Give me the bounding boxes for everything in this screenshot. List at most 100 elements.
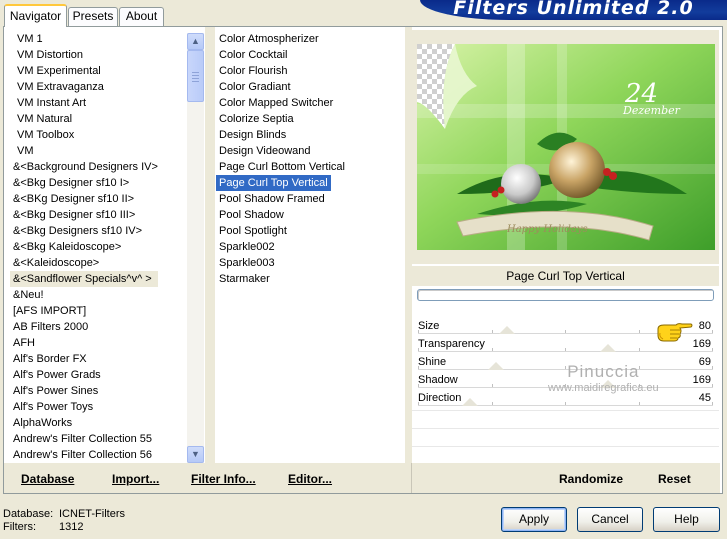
category-item[interactable]: Alf's Power Grads: [10, 367, 187, 383]
category-item[interactable]: &<Kaleidoscope>: [10, 255, 187, 271]
category-item-label: &<Bkg Kaleidoscope>: [13, 241, 122, 253]
slider-thumb[interactable]: [487, 362, 504, 370]
watermark: Pinuccia www.maidiregrafica.eu: [548, 362, 659, 394]
parameter-label: Direction: [418, 392, 462, 404]
category-item[interactable]: &<BKg Designer sf10 II>: [10, 191, 187, 207]
tab-presets[interactable]: Presets: [68, 7, 118, 26]
filter-item[interactable]: Color Cocktail: [216, 47, 405, 63]
category-item[interactable]: VM 1: [10, 31, 187, 47]
filter-item[interactable]: Sparkle002: [216, 239, 405, 255]
filter-item[interactable]: Pool Shadow: [216, 207, 405, 223]
filter-item[interactable]: Colorize Septia: [216, 111, 405, 127]
slider-tick: [565, 348, 566, 351]
filter-item[interactable]: Pool Spotlight: [216, 223, 405, 239]
scroll-up-button[interactable]: ▲: [187, 33, 204, 50]
filter-item[interactable]: Color Gradiant: [216, 79, 405, 95]
category-item[interactable]: Alf's Power Toys: [10, 399, 187, 415]
category-item[interactable]: VM Toolbox: [10, 127, 187, 143]
category-item[interactable]: &<Bkg Designers sf10 IV>: [10, 223, 187, 239]
category-item[interactable]: VM Natural: [10, 111, 187, 127]
category-item[interactable]: VM Extravaganza: [10, 79, 187, 95]
category-item[interactable]: VM Experimental: [10, 63, 187, 79]
filter-item[interactable]: Starmaker: [216, 271, 405, 287]
filter-item-label: Pool Spotlight: [219, 225, 287, 237]
filter-item[interactable]: Page Curl Top Vertical: [216, 175, 405, 191]
filter-item[interactable]: Pool Shadow Framed: [216, 191, 405, 207]
slider-thumb[interactable]: [461, 398, 478, 406]
filter-item-label: Color Gradiant: [219, 81, 291, 93]
slider-tick: [565, 402, 566, 405]
category-item[interactable]: &<Background Designers IV>: [10, 159, 187, 175]
category-item[interactable]: [AFS IMPORT]: [10, 303, 187, 319]
category-item-label: AB Filters 2000: [13, 321, 89, 333]
category-item[interactable]: &Neu!: [10, 287, 187, 303]
tab-navigator[interactable]: Navigator: [4, 4, 67, 27]
category-item[interactable]: AlphaWorks: [10, 415, 187, 431]
randomize-label: Randomize: [559, 472, 624, 486]
filters-status-label: Filters:: [3, 521, 36, 533]
category-item[interactable]: Andrew's Filter Collection 56: [10, 447, 187, 463]
slider-tick: [712, 348, 713, 351]
category-list[interactable]: VM 1 VM Distortion VM Experimental VM Extra…: [10, 31, 187, 463]
category-item[interactable]: VM Distortion: [10, 47, 187, 63]
filter-item-label: Pool Shadow Framed: [219, 193, 325, 205]
filter-item[interactable]: Sparkle003: [216, 255, 405, 271]
list-divider: [205, 27, 215, 463]
filter-list[interactable]: Color Atmospherizer Color Cocktail Color F…: [216, 31, 405, 463]
filter-item[interactable]: Color Flourish: [216, 63, 405, 79]
category-item-label: &<Bkg Designer sf10 III>: [13, 209, 136, 221]
scroll-thumb[interactable]: [187, 50, 204, 102]
filter-item[interactable]: Design Videowand: [216, 143, 405, 159]
apply-button[interactable]: Apply: [501, 507, 567, 532]
filter-item[interactable]: Color Atmospherizer: [216, 31, 405, 47]
scroll-down-button[interactable]: ▼: [187, 446, 204, 463]
preview-banner-text: Happy Holidays: [506, 224, 588, 235]
editor-button[interactable]: Editor...: [288, 472, 332, 486]
reset-button[interactable]: Reset: [658, 472, 691, 486]
slider-tick: [712, 366, 713, 369]
filter-item-label: Colorize Septia: [219, 113, 294, 125]
category-item-label: VM Distortion: [17, 49, 84, 61]
slider-tick: [712, 330, 713, 333]
cancel-button[interactable]: Cancel: [577, 507, 643, 532]
category-item[interactable]: VM Instant Art: [10, 95, 187, 111]
category-item[interactable]: VM: [10, 143, 187, 159]
randomize-button[interactable]: Randomize: [559, 472, 623, 486]
filter-item[interactable]: Design Blinds: [216, 127, 405, 143]
category-item-label: VM Toolbox: [17, 129, 75, 141]
category-item-label: &<BKg Designer sf10 II>: [13, 193, 135, 205]
filter-item-label: Design Blinds: [219, 129, 287, 141]
category-item[interactable]: &<Bkg Designer sf10 III>: [10, 207, 187, 223]
parameter-label: Transparency: [418, 338, 485, 350]
database-button[interactable]: Database: [21, 472, 74, 486]
list-divider-right: [405, 27, 412, 463]
slider-thumb[interactable]: [600, 344, 617, 352]
category-item-label: VM Extravaganza: [17, 81, 104, 93]
category-item-label: &<Bkg Designers sf10 IV>: [13, 225, 143, 237]
filter-item[interactable]: Color Mapped Switcher: [216, 95, 405, 111]
help-button[interactable]: Help: [653, 507, 720, 532]
filter-info-button[interactable]: Filter Info...: [191, 472, 256, 486]
category-item[interactable]: AB Filters 2000: [10, 319, 187, 335]
category-item[interactable]: &<Sandflower Specials^v^ >: [10, 271, 187, 287]
category-item[interactable]: AFH: [10, 335, 187, 351]
import-button[interactable]: Import...: [112, 472, 159, 486]
tab-about[interactable]: About: [119, 7, 164, 26]
slider-tick: [565, 330, 566, 333]
category-item-label: &<Kaleidoscope>: [13, 257, 100, 269]
category-item[interactable]: &<Bkg Designer sf10 I>: [10, 175, 187, 191]
filters-status-value: 1312: [59, 521, 84, 533]
chevron-down-icon: ▼: [191, 449, 200, 459]
category-item[interactable]: Alf's Power Sines: [10, 383, 187, 399]
category-item[interactable]: &<Bkg Kaleidoscope>: [10, 239, 187, 255]
slider-thumb[interactable]: [499, 326, 516, 334]
filter-item-label: Color Flourish: [219, 65, 288, 77]
category-item-label: Alf's Power Sines: [13, 385, 99, 397]
category-item[interactable]: Alf's Border FX: [10, 351, 187, 367]
category-scrollbar[interactable]: ▲ ▼: [187, 33, 204, 463]
category-item[interactable]: Andrew's Filter Collection 55: [10, 431, 187, 447]
filter-item-label: Color Atmospherizer: [219, 33, 319, 45]
parameter-value: 169: [692, 338, 711, 350]
filter-item[interactable]: Page Curl Bottom Vertical: [216, 159, 405, 175]
slider-tick: [638, 402, 640, 405]
